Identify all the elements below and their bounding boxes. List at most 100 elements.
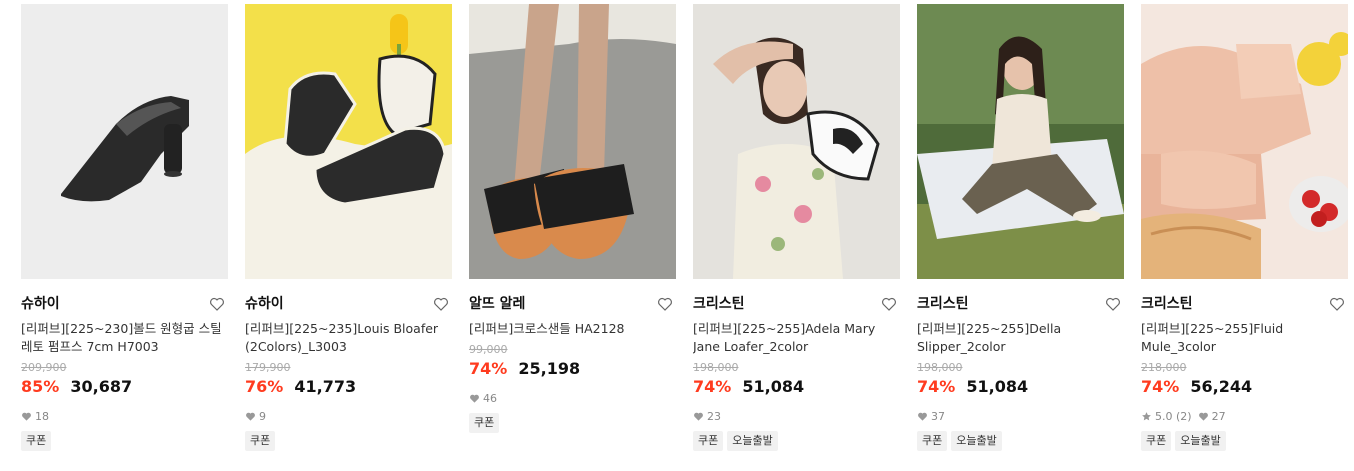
like-count: 46	[469, 391, 497, 406]
rating-value: 5.0 (2)	[1155, 410, 1192, 423]
product-meta: 9	[245, 409, 452, 424]
star-icon	[1142, 412, 1151, 421]
brand-name[interactable]: 알뜨 알레	[469, 294, 676, 314]
like-count-value: 46	[483, 392, 497, 405]
like-count-value: 23	[707, 410, 721, 423]
product-meta: 5.0 (2) 27	[1141, 409, 1348, 424]
product-image-sandals	[469, 4, 676, 279]
product-image[interactable]	[693, 4, 900, 279]
like-count-value: 27	[1211, 410, 1226, 423]
tag-list: 쿠폰	[469, 413, 676, 433]
product-name[interactable]: [리퍼브][225~255]Della Slipper_2color	[917, 320, 1124, 356]
product-name[interactable]: [리퍼브][225~255]Adela Mary Jane Loafer_2co…	[693, 320, 900, 356]
heart-filled-icon	[1198, 412, 1208, 421]
original-price: 218,000	[1141, 361, 1187, 374]
rating: 5.0 (2)	[1141, 409, 1192, 424]
like-count-value: 18	[35, 410, 49, 423]
like-count: 37	[917, 409, 945, 424]
product-card[interactable]: 크리스틴 [리퍼브][225~255]Della Slipper_2color …	[917, 4, 1124, 451]
product-meta: 18	[21, 409, 228, 424]
original-price: 209,900	[21, 361, 67, 374]
price-row: 74% 25,198	[469, 358, 676, 380]
sale-price: 51,084	[966, 377, 1029, 396]
tag-list: 쿠폰 오늘출발	[693, 431, 900, 451]
today-shipping-tag: 오늘출발	[1175, 431, 1226, 451]
heart-filled-icon	[918, 412, 927, 421]
product-card[interactable]: 알뜨 알레 [리퍼브]크로스샌들 HA2128 99,000 74% 25,19…	[469, 4, 676, 433]
today-shipping-tag: 오늘출발	[951, 431, 1002, 451]
product-name[interactable]: [리퍼브][225~235]Louis Bloafer (2Colors)_L3…	[245, 320, 452, 356]
heart-filled-icon	[22, 412, 31, 421]
price-row: 74% 51,084	[693, 376, 900, 398]
discount-rate: 74%	[469, 359, 508, 378]
heart-outline-icon[interactable]	[1104, 295, 1122, 313]
product-card[interactable]: 슈하이 [리퍼브][225~235]Louis Bloafer (2Colors…	[245, 4, 452, 451]
like-count-value: 37	[931, 410, 945, 423]
product-meta: 37	[917, 409, 1124, 424]
product-image-pumps	[21, 4, 228, 279]
heart-filled-icon	[246, 412, 255, 421]
product-meta: 46	[469, 391, 676, 406]
like-count: 9	[245, 409, 266, 424]
like-count: 23	[693, 409, 721, 424]
discount-rate: 76%	[245, 377, 284, 396]
tag-list: 쿠폰	[21, 431, 228, 451]
product-image-model-slipper	[917, 4, 1124, 279]
product-name[interactable]: [리퍼브][225~230]볼드 원형굽 스틸레토 펌프스 7cm H7003	[21, 320, 228, 356]
like-count: 27	[1198, 409, 1226, 424]
brand-name[interactable]: 크리스틴	[917, 294, 1124, 314]
coupon-tag: 쿠폰	[917, 431, 948, 451]
original-price: 198,000	[917, 361, 963, 374]
coupon-tag: 쿠폰	[469, 413, 500, 433]
original-price: 198,000	[693, 361, 739, 374]
heart-outline-icon[interactable]	[656, 295, 674, 313]
price-row: 85% 30,687	[21, 376, 228, 398]
brand-name[interactable]: 크리스틴	[1141, 294, 1348, 314]
product-grid: 슈하이 [리퍼브][225~230]볼드 원형굽 스틸레토 펌프스 7cm H7…	[0, 0, 1354, 471]
sale-price: 56,244	[1190, 377, 1253, 396]
product-image[interactable]	[1141, 4, 1348, 279]
product-image[interactable]	[245, 4, 452, 279]
like-count-value: 9	[259, 410, 266, 423]
heart-outline-icon[interactable]	[880, 295, 898, 313]
coupon-tag: 쿠폰	[245, 431, 276, 451]
sale-price: 51,084	[742, 377, 805, 396]
tag-list: 쿠폰	[245, 431, 452, 451]
heart-filled-icon	[470, 394, 479, 403]
heart-outline-icon[interactable]	[1328, 295, 1346, 313]
sale-price: 41,773	[294, 377, 357, 396]
product-card[interactable]: 크리스틴 [리퍼브][225~255]Fluid Mule_3color 218…	[1141, 4, 1348, 451]
like-count: 18	[21, 409, 49, 424]
product-image-mules	[1141, 4, 1348, 279]
product-name[interactable]: [리퍼브][225~255]Fluid Mule_3color	[1141, 320, 1348, 356]
tag-list: 쿠폰 오늘출발	[917, 431, 1124, 451]
today-shipping-tag: 오늘출발	[727, 431, 778, 451]
product-image[interactable]	[917, 4, 1124, 279]
product-card[interactable]: 크리스틴 [리퍼브][225~255]Adela Mary Jane Loafe…	[693, 4, 900, 451]
brand-name[interactable]: 크리스틴	[693, 294, 900, 314]
original-price: 99,000	[469, 343, 508, 356]
product-image[interactable]	[21, 4, 228, 279]
price-row: 74% 51,084	[917, 376, 1124, 398]
product-meta: 23	[693, 409, 900, 424]
heart-filled-icon	[694, 412, 703, 421]
coupon-tag: 쿠폰	[693, 431, 724, 451]
tag-list: 쿠폰 오늘출발	[1141, 431, 1348, 451]
brand-name[interactable]: 슈하이	[245, 294, 452, 314]
product-image-model-loafer	[693, 4, 900, 279]
heart-outline-icon[interactable]	[208, 295, 226, 313]
sale-price: 30,687	[70, 377, 133, 396]
discount-rate: 74%	[693, 377, 732, 396]
discount-rate: 74%	[917, 377, 956, 396]
brand-name[interactable]: 슈하이	[21, 294, 228, 314]
product-card[interactable]: 슈하이 [리퍼브][225~230]볼드 원형굽 스틸레토 펌프스 7cm H7…	[21, 4, 228, 451]
coupon-tag: 쿠폰	[1141, 431, 1172, 451]
product-image[interactable]	[469, 4, 676, 279]
product-image-loafers	[245, 4, 452, 279]
discount-rate: 74%	[1141, 377, 1180, 396]
heart-outline-icon[interactable]	[432, 295, 450, 313]
price-row: 76% 41,773	[245, 376, 452, 398]
sale-price: 25,198	[518, 359, 581, 378]
product-name[interactable]: [리퍼브]크로스샌들 HA2128	[469, 320, 676, 338]
discount-rate: 85%	[21, 377, 60, 396]
